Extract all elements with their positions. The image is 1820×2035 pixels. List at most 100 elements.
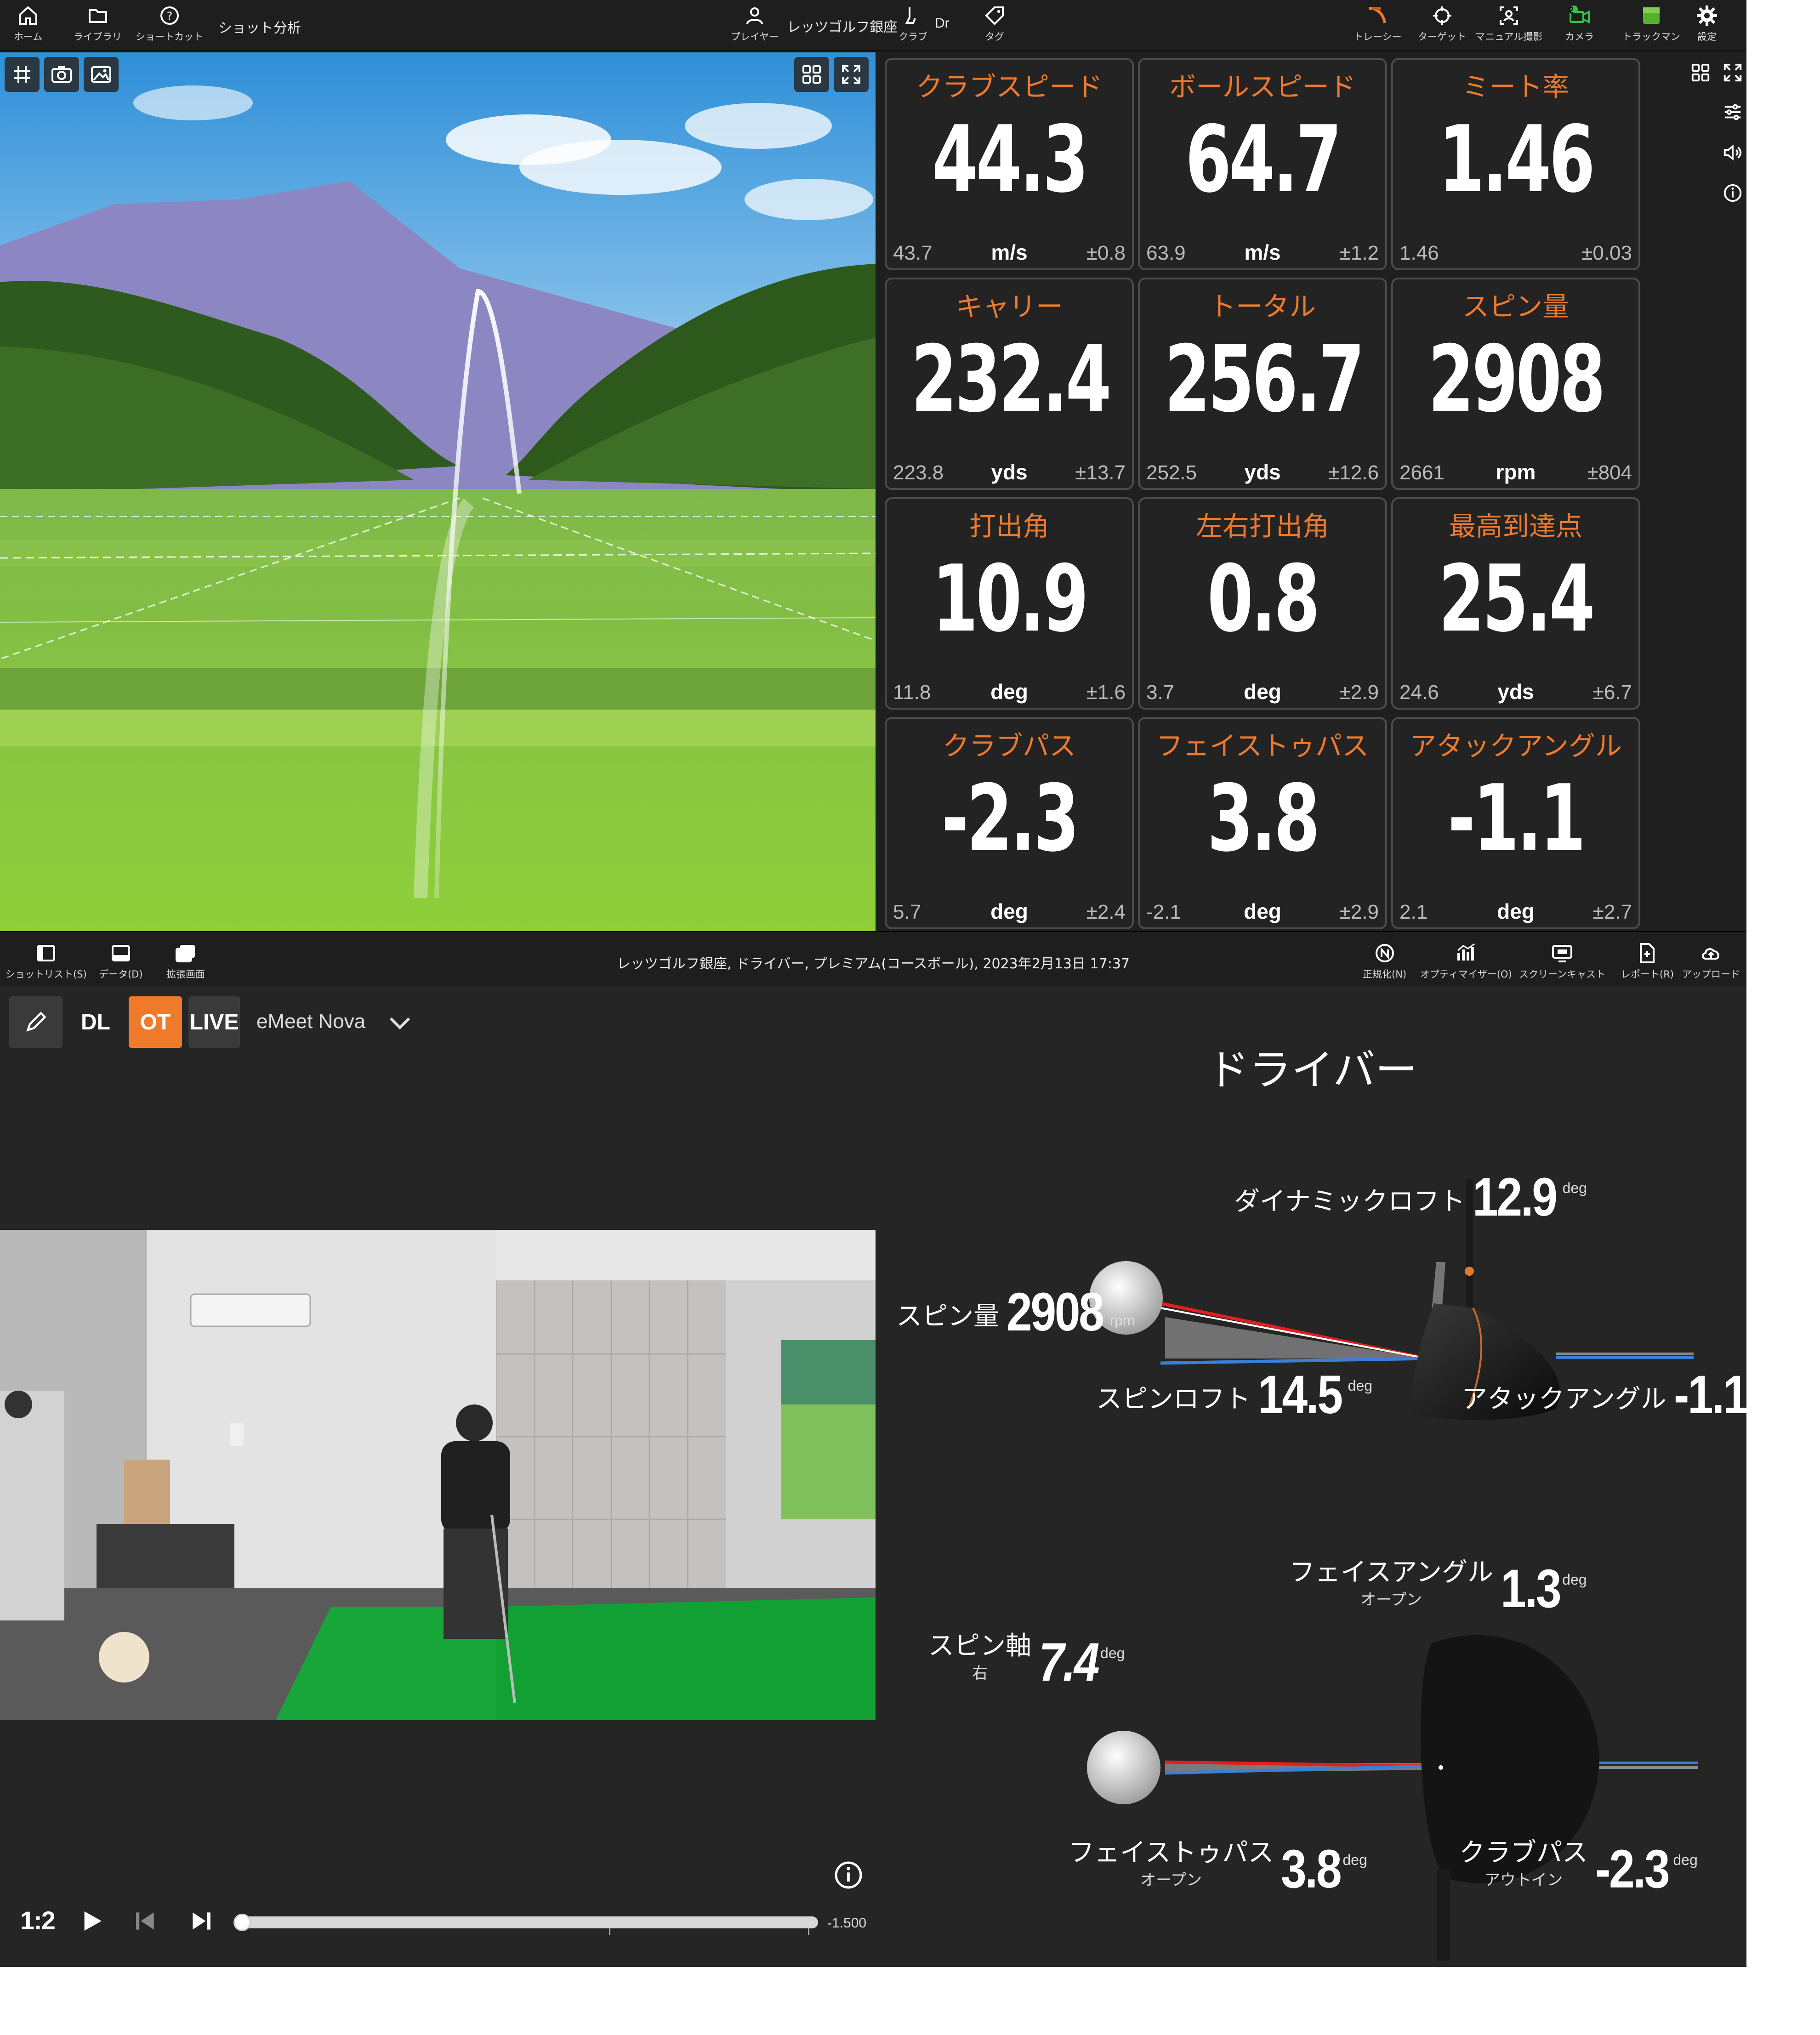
timeline-marker (609, 1928, 610, 1935)
home-button[interactable]: ホーム (14, 5, 42, 49)
stat-title: 打出角 (969, 511, 1049, 542)
stat-card[interactable]: スピン量 2908 2661 rpm ±804 (1391, 278, 1640, 490)
stat-title: ボールスピード (1169, 71, 1356, 102)
library-button[interactable]: ライブラリ (74, 5, 122, 49)
manual-capture-icon (1500, 6, 1519, 25)
skip-forward-icon[interactable] (188, 1908, 214, 1934)
stat-card[interactable]: 最高到達点 25.4 24.6 yds ±6.7 (1391, 497, 1640, 710)
screencast-button[interactable]: スクリーンキャスト (1519, 942, 1605, 986)
play-icon[interactable] (79, 1908, 105, 1934)
sliders-icon (1724, 104, 1741, 120)
optimizer-button[interactable]: オプティマイザー(O) (1420, 942, 1512, 986)
course-view[interactable] (0, 52, 876, 931)
timeline-track[interactable] (239, 1916, 818, 1928)
upload-button[interactable]: アップロード (1682, 942, 1740, 986)
stat-card[interactable]: トータル 256.7 252.5 yds ±12.6 (1138, 278, 1387, 490)
target-button[interactable]: ターゲット (1418, 5, 1466, 49)
stat-average: 1.46 (1399, 242, 1439, 264)
stat-card[interactable]: クラブスピード 44.3 43.7 m/s ±0.8 (885, 58, 1134, 270)
sound-button[interactable] (1719, 139, 1746, 166)
stat-value: 10.9 (932, 546, 1089, 653)
session-toolbar: ショットリスト(S) データ(D) 拡張画面 レッツゴルフ銀座, ドライバー, … (0, 931, 1746, 986)
spin-loft-value: 14.5 (1258, 1364, 1343, 1425)
playback-speed[interactable]: 1:2 (20, 1905, 56, 1935)
swing-video[interactable] (0, 1230, 876, 1720)
layout-grid-icon (1691, 63, 1710, 82)
pencil-icon (26, 1012, 46, 1032)
player-selector[interactable]: プレイヤー レッツゴルフ銀座 (731, 5, 897, 49)
tag-button[interactable]: タグ (984, 5, 1006, 49)
stat-card[interactable]: 左右打出角 0.8 3.7 deg ±2.9 (1138, 497, 1387, 710)
timeline-time: -1.500 (827, 1916, 867, 1931)
chevron-down-icon[interactable] (386, 1009, 414, 1037)
snapshot-button[interactable] (44, 57, 79, 92)
club-delivery-diagram: ドライバー ダイナミックロフト 12.9 deg スピン量 2908 rpm ス… (876, 986, 1746, 1967)
camera-button[interactable]: 2 カメラ (1565, 5, 1594, 49)
course-scene-graphic (0, 52, 876, 931)
stat-value: -1.1 (1448, 765, 1586, 872)
ot-button[interactable]: OT (129, 996, 182, 1048)
tag-icon (985, 6, 1004, 25)
stat-value: -2.3 (941, 765, 1079, 872)
club-icon (905, 7, 916, 24)
image-icon (91, 66, 111, 83)
filter-settings-button[interactable] (1719, 98, 1746, 126)
svg-text:?: ? (166, 10, 172, 23)
screencast-icon (1552, 945, 1572, 962)
stat-title: スピン量 (1462, 291, 1569, 322)
swing-video-frame (0, 1230, 876, 1720)
live-button[interactable]: LIVE (188, 996, 240, 1048)
stat-card[interactable]: キャリー 232.4 223.8 yds ±13.7 (885, 278, 1134, 490)
info-icon (1723, 184, 1742, 202)
stat-card[interactable]: アタックアングル -1.1 2.1 deg ±2.7 (1391, 717, 1640, 929)
stat-title: 最高到達点 (1449, 511, 1582, 542)
grid-toggle-button[interactable] (5, 57, 40, 92)
shot-analysis-link[interactable]: ショット分析 (218, 17, 301, 37)
info-icon[interactable] (833, 1859, 864, 1891)
layout-grid-button[interactable] (794, 57, 829, 92)
image-button[interactable] (84, 57, 119, 92)
settings-button[interactable]: 設定 (1696, 5, 1718, 49)
report-button[interactable]: レポート(R) (1621, 942, 1674, 986)
stat-value: 3.8 (1207, 765, 1320, 872)
manual-capture-button[interactable]: マニュアル撮影 (1475, 5, 1542, 49)
stat-title: 左右打出角 (1195, 511, 1329, 542)
spin-axis-value: 7.4 (1039, 1632, 1100, 1693)
timeline-handle[interactable] (233, 1914, 251, 1931)
fullscreen-icon (1723, 63, 1742, 82)
document-icon (1640, 943, 1655, 963)
face-to-path-metric: フェイストゥパス オープン 3.8 deg (1069, 1838, 1367, 1899)
skip-back-icon[interactable] (132, 1908, 158, 1934)
spin-rate-metric: スピン量 2908 rpm (896, 1282, 1135, 1342)
stat-card[interactable]: ボールスピード 64.7 63.9 m/s ±1.2 (1138, 58, 1387, 270)
stats-panel: クラブスピード 44.3 43.7 m/s ±0.8 ボールスピード 64.7 63.9 m/s… (876, 52, 1673, 931)
club-path-metric: クラブパス アウトイン -2.3 deg (1459, 1838, 1698, 1899)
shortcut-button[interactable]: ? ショートカット (136, 5, 203, 49)
stat-card[interactable]: ミート率 1.46 1.46 ±0.03 (1391, 58, 1640, 270)
stat-deviation: ±1.2 (1339, 242, 1379, 264)
camera-device-select[interactable]: eMeet Nova (256, 1010, 365, 1033)
dl-button[interactable]: DL (69, 996, 122, 1048)
stat-title: トータル (1209, 291, 1316, 322)
normalize-button[interactable]: 正規化(N) (1363, 942, 1406, 986)
stat-deviation: ±2.9 (1339, 901, 1379, 923)
video-pane: DL OT LIVE eMeet Nova 1:2 -1.500 (0, 986, 876, 1967)
stat-card[interactable]: クラブパス -2.3 5.7 deg ±2.4 (885, 717, 1134, 929)
spin-axis-metric: スピン軸右 7.4 deg (928, 1631, 1125, 1693)
stat-title: アタックアングル (1410, 730, 1622, 762)
stat-deviation: ±0.8 (1086, 242, 1126, 264)
stat-card[interactable]: フェイストゥパス 3.8 -2.1 deg ±2.9 (1138, 717, 1387, 929)
draw-tool-button[interactable] (9, 996, 63, 1048)
info-button[interactable] (1719, 179, 1746, 207)
stats-layout-button[interactable] (1687, 59, 1714, 86)
trackman-button[interactable]: トラックマン (1622, 5, 1680, 49)
stat-value: 64.7 (1185, 106, 1342, 213)
stat-card[interactable]: 打出角 10.9 11.8 deg ±1.6 (885, 497, 1134, 710)
fullscreen-button[interactable] (834, 57, 869, 92)
tracer-button[interactable]: トレーシー (1354, 5, 1402, 49)
stat-value: 1.46 (1439, 106, 1595, 213)
help-circle-icon: ? (160, 6, 179, 25)
stat-value: 232.4 (911, 326, 1111, 433)
stats-fullscreen-button[interactable] (1719, 59, 1746, 86)
club-selector[interactable]: クラブ Dr (899, 5, 950, 49)
